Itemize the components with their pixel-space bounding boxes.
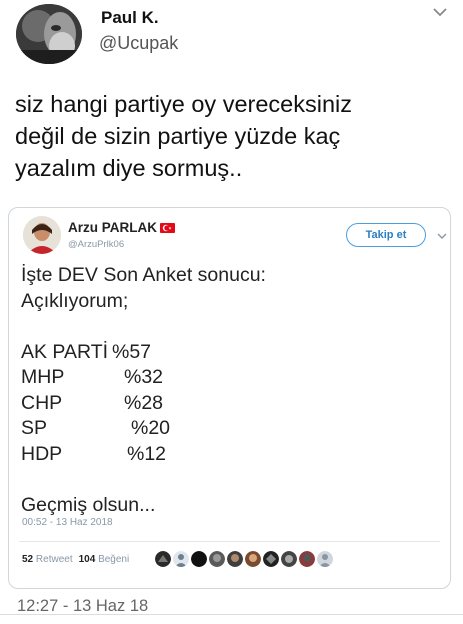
divider — [0, 614, 463, 615]
quoted-tweet-text: İşte DEV Son Anket sonucu: Açıklıyorum; … — [21, 263, 431, 518]
author-name[interactable]: Paul K. — [101, 8, 159, 28]
liker-avatars — [155, 551, 333, 567]
party-percentage: %12 — [127, 442, 167, 465]
liker-avatar[interactable] — [245, 551, 261, 567]
closing-line: Geçmiş olsun... — [21, 493, 156, 516]
result-row: HDP %12 — [21, 442, 431, 468]
party-name: AK PARTİ — [21, 340, 109, 363]
result-row: MHP %32 — [21, 365, 431, 391]
quoted-author-name-text: Arzu PARLAK — [68, 220, 157, 235]
party-name: CHP — [21, 391, 63, 414]
liker-avatar[interactable] — [263, 551, 279, 567]
chevron-down-icon[interactable] — [437, 232, 447, 240]
intro-line: İşte DEV Son Anket sonucu: — [21, 264, 266, 286]
liker-avatar[interactable] — [299, 551, 315, 567]
liker-avatar[interactable] — [173, 551, 189, 567]
quoted-author-handle[interactable]: @ArzuPrlk06 — [68, 239, 124, 250]
quoted-author-avatar[interactable] — [23, 216, 61, 254]
liker-avatar[interactable] — [155, 551, 171, 567]
result-row: SP %20 — [21, 416, 431, 442]
intro-line: Açıklıyorum; — [21, 289, 129, 312]
retweet-stat[interactable]: 52 Retweet — [22, 554, 73, 565]
embedded-tweet-card[interactable]: Arzu PARLAK @ArzuPrlk06 Takip et İşte DE… — [8, 207, 451, 589]
author-avatar[interactable] — [16, 4, 82, 64]
chevron-down-icon[interactable] — [432, 6, 448, 18]
party-name: HDP — [21, 442, 63, 465]
like-stat[interactable]: 104 Beğeni — [79, 554, 130, 565]
result-row: CHP %28 — [21, 391, 431, 417]
liker-avatar[interactable] — [281, 551, 297, 567]
party-percentage: %20 — [131, 417, 171, 439]
party-name: SP — [21, 417, 48, 439]
quoted-author-name[interactable]: Arzu PARLAK — [68, 220, 175, 235]
party-percentage: %32 — [124, 366, 164, 388]
quoted-timestamp[interactable]: 00:52 - 13 Haz 2018 — [22, 517, 113, 528]
engagement-stats: 52 Retweet 104 Beğeni — [22, 554, 129, 565]
party-percentage: %28 — [124, 391, 164, 414]
party-name: MHP — [21, 366, 65, 388]
follow-button[interactable]: Takip et — [346, 223, 426, 247]
author-handle[interactable]: @Ucupak — [99, 33, 178, 54]
tweet-text: siz hangi partiye oy vereceksiniz değil … — [15, 91, 352, 181]
liker-avatar[interactable] — [227, 551, 243, 567]
party-percentage: %57 — [112, 340, 152, 363]
result-row: AK PARTİ %57 — [21, 340, 431, 366]
liker-avatar[interactable] — [191, 551, 207, 567]
divider — [19, 541, 440, 542]
turkish-flag-icon — [160, 222, 175, 233]
liker-avatar[interactable] — [209, 551, 225, 567]
liker-avatar[interactable] — [317, 551, 333, 567]
